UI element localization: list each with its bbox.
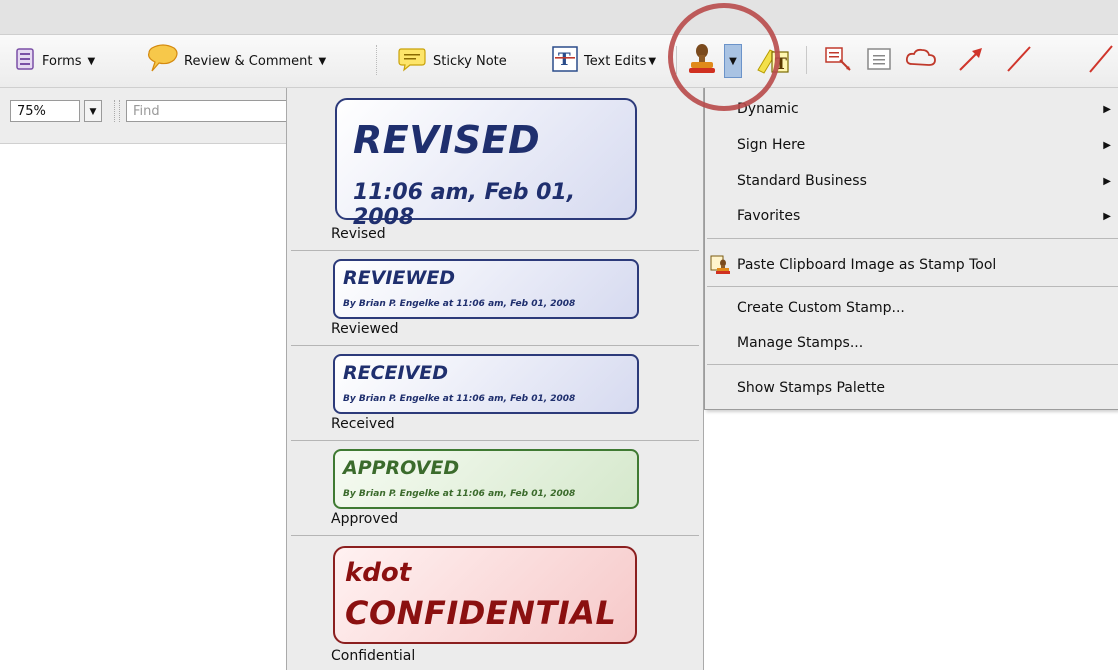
sticky-note-button[interactable]: Sticky Note bbox=[398, 45, 507, 77]
menu-separator bbox=[707, 364, 1118, 365]
menu-item-sign-here[interactable]: Sign Here ▶ bbox=[705, 130, 1118, 160]
find-input[interactable]: Find bbox=[126, 100, 296, 122]
speech-bubble-icon bbox=[146, 44, 180, 78]
line-icon bbox=[1004, 44, 1034, 78]
menu-item-label: Create Custom Stamp... bbox=[737, 300, 905, 316]
review-comment-button[interactable]: Review & Comment ▼ bbox=[146, 44, 327, 78]
svg-text:T: T bbox=[558, 50, 571, 70]
separator bbox=[291, 535, 699, 536]
stamp-option-revised[interactable]: REVISED 11:06 am, Feb 01, 2008 Revised bbox=[287, 88, 703, 251]
stamp-title: RECEIVED bbox=[343, 362, 449, 384]
stamp-preview-confidential: kdot CONFIDENTIAL bbox=[333, 546, 637, 644]
toolbar-grip bbox=[114, 100, 120, 122]
submenu-arrow-icon: ▶ bbox=[1103, 103, 1111, 115]
menu-item-label: Paste Clipboard Image as Stamp Tool bbox=[737, 257, 997, 273]
text-edits-label: Text Edits bbox=[584, 53, 647, 69]
stamp-menu: Dynamic ▶ Sign Here ▶ Standard Business … bbox=[704, 88, 1118, 410]
forms-label: Forms bbox=[42, 53, 82, 69]
sticky-note-icon bbox=[398, 46, 426, 76]
forms-icon bbox=[14, 48, 36, 74]
stamp-gallery: REVISED 11:06 am, Feb 01, 2008 Revised R… bbox=[286, 88, 704, 670]
text-box-tool-2[interactable] bbox=[866, 45, 892, 77]
pencil-line-icon bbox=[1086, 44, 1116, 78]
stamp-caption: Reviewed bbox=[331, 321, 399, 337]
menu-item-label: Manage Stamps... bbox=[737, 335, 864, 351]
paste-stamp-icon bbox=[709, 254, 731, 280]
chevron-down-icon: ▼ bbox=[89, 107, 97, 117]
chevron-down-icon: ▼ bbox=[318, 55, 327, 67]
textbox-icon bbox=[866, 46, 892, 76]
callout-tool[interactable] bbox=[824, 45, 854, 77]
menu-item-label: Show Stamps Palette bbox=[737, 380, 885, 396]
submenu-arrow-icon: ▶ bbox=[1103, 175, 1111, 187]
window-top-strip bbox=[0, 0, 1118, 35]
stamp-caption: Revised bbox=[331, 226, 386, 242]
stamp-subtitle: By Brian P. Engelke at 11:06 am, Feb 01,… bbox=[343, 299, 576, 309]
stamp-preview-received: RECEIVED By Brian P. Engelke at 11:06 am… bbox=[333, 354, 639, 414]
stamp-caption: Received bbox=[331, 416, 395, 432]
stamp-subtitle: 11:06 am, Feb 01, 2008 bbox=[353, 180, 576, 230]
zoom-dropdown[interactable]: ▼ bbox=[84, 100, 102, 122]
arrow-icon bbox=[956, 44, 986, 78]
forms-button[interactable]: Forms ▼ bbox=[14, 45, 95, 77]
cloud-tool[interactable] bbox=[904, 45, 938, 77]
menu-item-show-stamps-palette[interactable]: Show Stamps Palette bbox=[705, 373, 1118, 403]
sticky-note-label: Sticky Note bbox=[433, 53, 507, 69]
arrow-tool[interactable] bbox=[956, 45, 986, 77]
stamp-preview-revised: REVISED 11:06 am, Feb 01, 2008 bbox=[335, 98, 637, 230]
text-edits-icon: T bbox=[552, 46, 578, 76]
stamp-title: CONFIDENTIAL bbox=[345, 594, 617, 632]
stamp-subtitle: By Brian P. Engelke at 11:06 am, Feb 01,… bbox=[343, 489, 576, 499]
menu-separator bbox=[707, 286, 1118, 287]
stamp-option-received[interactable]: RECEIVED By Brian P. Engelke at 11:06 am… bbox=[287, 348, 703, 443]
stamp-title: REVISED bbox=[353, 118, 541, 162]
stamp-title-top: kdot bbox=[345, 558, 412, 588]
menu-item-standard-business[interactable]: Standard Business ▶ bbox=[705, 166, 1118, 196]
menu-item-favorites[interactable]: Favorites ▶ bbox=[705, 201, 1118, 231]
stamp-caption: Approved bbox=[331, 511, 399, 527]
separator bbox=[291, 440, 699, 441]
stamp-option-confidential[interactable]: kdot CONFIDENTIAL Confidential bbox=[287, 538, 703, 670]
menu-item-paste-clipboard-image[interactable]: Paste Clipboard Image as Stamp Tool bbox=[705, 250, 1118, 280]
stamp-caption: Confidential bbox=[331, 648, 416, 664]
menu-item-manage-stamps[interactable]: Manage Stamps... bbox=[705, 328, 1118, 358]
chevron-down-icon: ▼ bbox=[87, 55, 96, 67]
callout-icon bbox=[824, 44, 854, 78]
submenu-arrow-icon: ▶ bbox=[1103, 139, 1111, 151]
stamp-title: APPROVED bbox=[343, 457, 460, 479]
stamp-subtitle: By Brian P. Engelke at 11:06 am, Feb 01,… bbox=[343, 394, 576, 404]
cloud-icon bbox=[904, 46, 938, 76]
menu-item-dynamic[interactable]: Dynamic ▶ bbox=[705, 94, 1118, 124]
review-comment-label: Review & Comment bbox=[184, 53, 313, 69]
view-toolbar: 75% ▼ Find bbox=[0, 88, 300, 144]
menu-item-label: Standard Business bbox=[737, 173, 867, 189]
stamp-option-reviewed[interactable]: REVIEWED By Brian P. Engelke at 11:06 am… bbox=[287, 253, 703, 348]
stamp-preview-reviewed: REVIEWED By Brian P. Engelke at 11:06 am… bbox=[333, 259, 639, 319]
menu-item-label: Sign Here bbox=[737, 137, 806, 153]
separator bbox=[291, 345, 699, 346]
menu-separator bbox=[707, 238, 1118, 239]
menu-item-create-custom-stamp[interactable]: Create Custom Stamp... bbox=[705, 293, 1118, 323]
highlight-circle-annotation bbox=[668, 3, 780, 111]
main-toolbar: Forms ▼ Review & Comment ▼ Sticky Note T bbox=[0, 35, 1118, 88]
stamp-title: REVIEWED bbox=[343, 267, 456, 289]
text-edits-button[interactable]: T Text Edits ▼ bbox=[552, 45, 656, 77]
pencil-tool[interactable] bbox=[1086, 45, 1116, 77]
chevron-down-icon: ▼ bbox=[648, 55, 657, 67]
zoom-input[interactable]: 75% bbox=[10, 100, 80, 122]
toolbar-separator bbox=[806, 46, 807, 74]
separator bbox=[291, 250, 699, 251]
stamp-option-approved[interactable]: APPROVED By Brian P. Engelke at 11:06 am… bbox=[287, 443, 703, 538]
menu-item-label: Favorites bbox=[737, 208, 801, 224]
submenu-arrow-icon: ▶ bbox=[1103, 210, 1111, 222]
stamp-preview-approved: APPROVED By Brian P. Engelke at 11:06 am… bbox=[333, 449, 639, 509]
line-tool[interactable] bbox=[1004, 45, 1034, 77]
toolbar-grip bbox=[376, 45, 379, 75]
